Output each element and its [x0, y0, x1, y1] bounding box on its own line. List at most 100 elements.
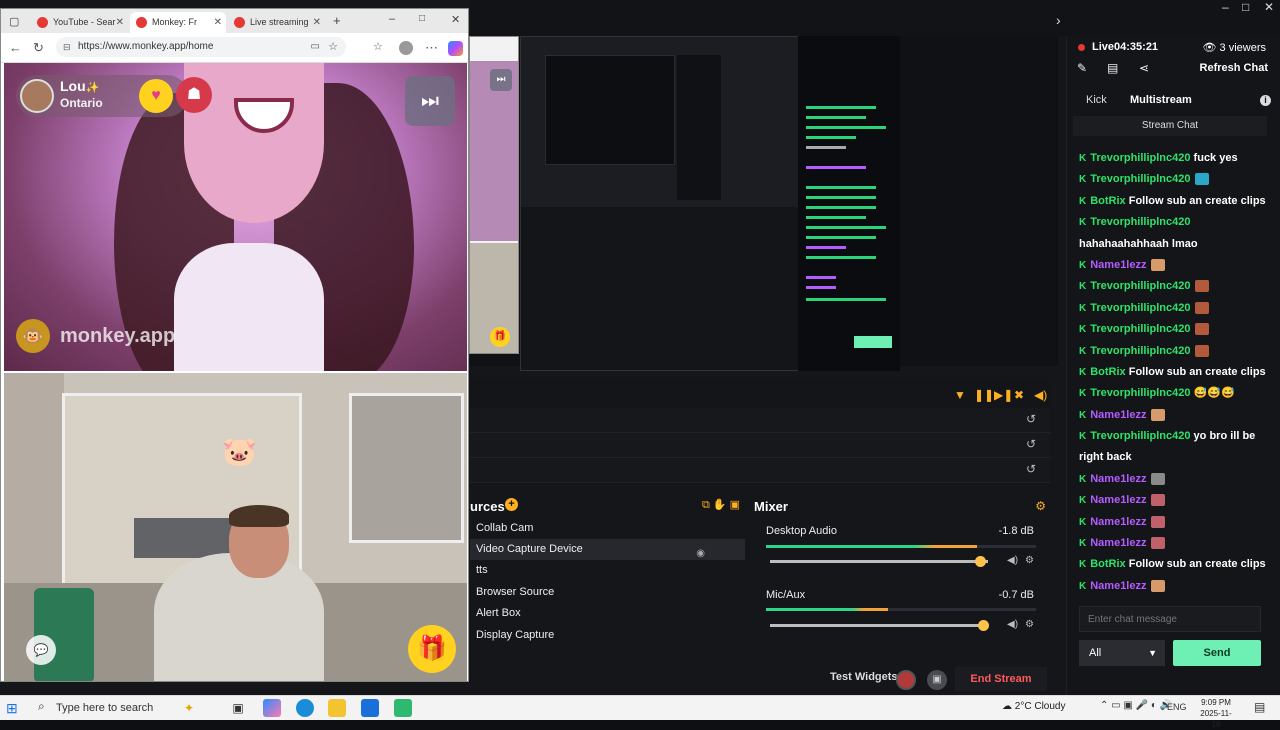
replay-icon[interactable]: ↺ — [1026, 462, 1036, 476]
volume-knob[interactable] — [977, 620, 989, 631]
filter-icon[interactable]: ▼ — [954, 388, 966, 402]
tab-multistream[interactable]: Multistream — [1130, 94, 1192, 106]
close-tab-icon[interactable]: ✕ — [214, 12, 222, 33]
chat-username[interactable]: Trevorphilliplnc420 — [1090, 387, 1190, 399]
profile-avatar[interactable] — [399, 41, 413, 55]
chat-username[interactable]: Trevorphilliplnc420 — [1090, 173, 1190, 185]
info-icon[interactable]: i — [1260, 95, 1271, 106]
close-tab-icon[interactable]: ✕ — [116, 12, 124, 33]
favorites-icon[interactable]: ☆ — [373, 40, 383, 53]
clip-icon[interactable]: ▤ — [1107, 61, 1118, 75]
url-field[interactable]: ⊟ https://www.monkey.app/home ▭ ☆ — [56, 37, 346, 57]
share-icon[interactable]: ⋖ — [1139, 61, 1149, 75]
mute-icon[interactable]: ◀) — [1007, 555, 1018, 566]
channel-settings-icon[interactable]: ⚙ — [1025, 555, 1034, 566]
sparkle-icon[interactable]: ✦ — [180, 699, 198, 717]
end-stream-button[interactable]: End Stream — [955, 667, 1047, 691]
camera-icon[interactable]: ▣ — [927, 670, 947, 690]
skip-next-button[interactable]: ⏭ — [405, 76, 455, 126]
chat-username[interactable]: Name1lezz — [1090, 537, 1146, 549]
minimize-icon[interactable]: – — [1222, 0, 1229, 14]
edge-icon[interactable] — [296, 699, 314, 717]
source-item[interactable]: tts — [470, 560, 745, 581]
browser-tab[interactable]: Monkey: Fr ✕ — [130, 12, 226, 33]
chat-username[interactable]: Name1lezz — [1090, 259, 1146, 271]
replay-icon[interactable]: ↺ — [1026, 412, 1036, 426]
chat-username[interactable]: Trevorphilliplnc420 — [1090, 216, 1190, 228]
volume-icon[interactable]: ◀) — [1034, 388, 1047, 402]
close-tab-icon[interactable]: ✕ — [313, 12, 321, 33]
source-tools-icons[interactable]: ⧉ ✋ ▣ — [702, 498, 740, 512]
copilot-taskbar-icon[interactable] — [263, 699, 281, 717]
browser-tab[interactable]: YouTube - Sear ✕ — [31, 12, 128, 33]
add-source-icon[interactable]: + — [505, 498, 518, 511]
tab-actions-icon[interactable]: ▢ — [9, 15, 19, 28]
windows-start-icon[interactable]: ⊞ — [6, 700, 18, 717]
close-icon[interactable]: ✕ — [1264, 0, 1274, 14]
reload-icon[interactable]: ↻ — [33, 40, 44, 56]
chat-username[interactable]: Trevorphilliplnc420 — [1090, 345, 1190, 357]
back-icon[interactable]: ← — [9, 40, 22, 55]
chat-username[interactable]: Name1lezz — [1090, 580, 1146, 592]
weather-widget[interactable]: ☁ 2°C Cloudy — [1002, 701, 1065, 712]
pause-icon[interactable]: ❚❚ — [974, 388, 994, 402]
source-item[interactable]: Alert Box — [470, 603, 745, 624]
favorite-star-icon[interactable]: ☆ — [328, 37, 338, 57]
expand-chevron-icon[interactable]: › — [1056, 12, 1061, 28]
close-icon[interactable]: ✕ — [451, 13, 460, 26]
mute-icon[interactable]: ◀) — [1007, 619, 1018, 630]
skip-icon[interactable]: ▶❚ — [994, 388, 1013, 402]
streaming-app-icon[interactable] — [394, 699, 412, 717]
stranger-info-pill[interactable]: Lou✨ Ontario ♥ — [16, 75, 188, 117]
source-item[interactable]: Collab Cam — [470, 518, 745, 539]
chat-input[interactable] — [1079, 606, 1261, 632]
chat-username[interactable]: Trevorphilliplnc420 — [1090, 302, 1190, 314]
record-button[interactable] — [896, 670, 916, 690]
chat-username[interactable]: BotRix — [1090, 195, 1125, 207]
new-tab-icon[interactable]: + — [333, 13, 341, 28]
heart-icon[interactable]: ♥ — [139, 79, 173, 113]
system-tray-icons[interactable]: ⌃ ▭ ▣ 🎤 ◐ 🔊 — [1100, 700, 1172, 711]
volume-slider[interactable] — [770, 556, 988, 567]
mixer-settings-icon[interactable]: ⚙ — [1035, 499, 1046, 513]
cast-icon[interactable]: ▭ — [311, 37, 320, 57]
channel-select[interactable]: All ▼ — [1079, 640, 1165, 666]
tab-kick[interactable]: Kick — [1086, 94, 1107, 106]
chat-username[interactable]: Trevorphilliplnc420 — [1090, 152, 1190, 164]
chat-username[interactable]: Trevorphilliplnc420 — [1090, 280, 1190, 292]
notifications-icon[interactable]: ▤ — [1254, 700, 1265, 714]
clock[interactable]: 9:09 PM 2025-11-16 — [1197, 697, 1235, 730]
site-info-icon[interactable]: ⊟ — [63, 37, 71, 57]
replay-icon[interactable]: ↺ — [1026, 437, 1036, 451]
mail-icon[interactable] — [361, 699, 379, 717]
refresh-chat-button[interactable]: Refresh Chat — [1200, 62, 1268, 74]
maximize-icon[interactable]: □ — [1242, 0, 1249, 14]
mute-alerts-icon[interactable]: ✖ — [1014, 388, 1024, 402]
maximize-icon[interactable]: □ — [419, 13, 425, 24]
volume-knob[interactable] — [975, 556, 987, 567]
language-indicator[interactable]: ENG — [1167, 702, 1187, 712]
minimize-icon[interactable]: – — [389, 13, 395, 25]
browser-tab[interactable]: Live streaming ✕ — [228, 12, 325, 33]
chat-username[interactable]: Name1lezz — [1090, 473, 1146, 485]
copilot-icon[interactable] — [448, 41, 463, 56]
file-explorer-icon[interactable] — [328, 699, 346, 717]
source-item[interactable]: Video Capture Device ◉ — [470, 539, 745, 560]
report-police-icon[interactable]: ☗ — [176, 77, 212, 113]
chat-username[interactable]: Name1lezz — [1090, 409, 1146, 421]
chat-username[interactable]: Name1lezz — [1090, 516, 1146, 528]
chat-username[interactable]: Trevorphilliplnc420 — [1090, 323, 1190, 335]
task-view-icon[interactable]: ▣ — [229, 699, 247, 717]
chat-username[interactable]: BotRix — [1090, 366, 1125, 378]
send-button[interactable]: Send — [1173, 640, 1261, 666]
gift-icon[interactable]: 🎁 — [408, 625, 456, 673]
chat-username[interactable]: BotRix — [1090, 558, 1125, 570]
chat-username[interactable]: Name1lezz — [1090, 494, 1146, 506]
chat-username[interactable]: Trevorphilliplnc420 — [1090, 430, 1190, 442]
source-item[interactable]: Browser Source — [470, 582, 745, 603]
chat-bubble-icon[interactable]: 💬 — [26, 635, 56, 665]
more-menu-icon[interactable]: ⋯ — [425, 40, 438, 56]
channel-settings-icon[interactable]: ⚙ — [1025, 619, 1034, 630]
source-item[interactable]: Display Capture — [470, 625, 745, 646]
volume-slider[interactable] — [770, 620, 989, 631]
